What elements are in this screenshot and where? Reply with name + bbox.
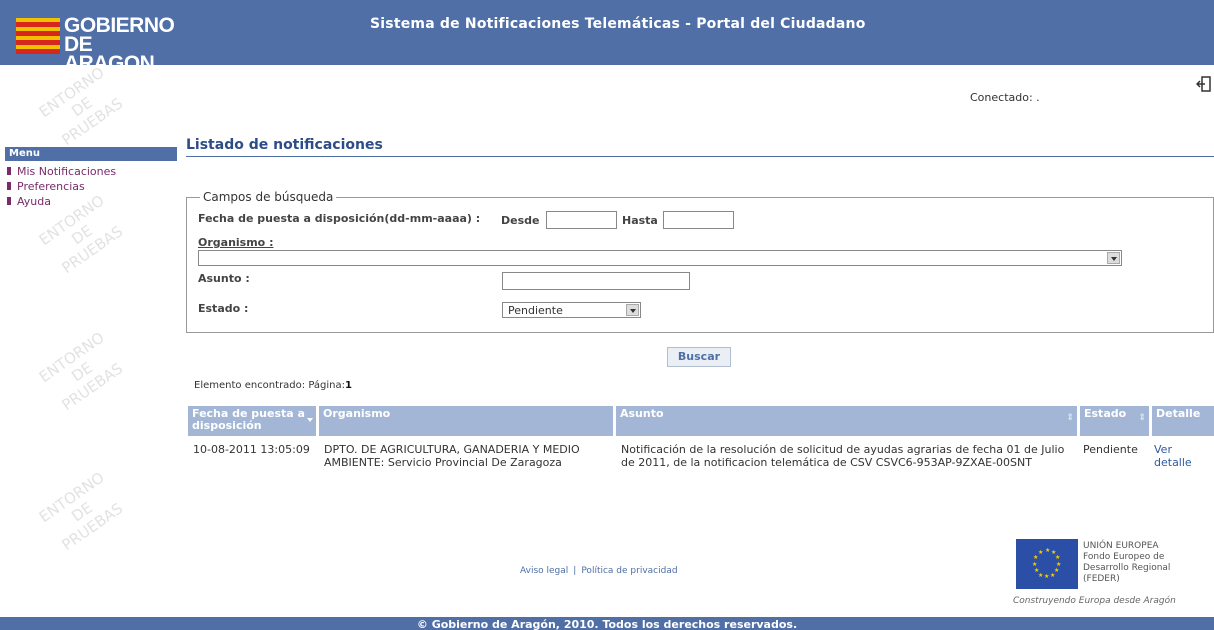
gobierno-aragon-logo[interactable]: GOBIERNO DE ARAGON (10, 14, 175, 74)
menu-heading: Menu (5, 147, 177, 161)
footer-links: Aviso legal | Política de privacidad (520, 566, 678, 576)
search-button[interactable]: Buscar (667, 347, 731, 367)
watermark-line-3: PRUEBAS (58, 499, 127, 555)
svg-text:★: ★ (1050, 572, 1055, 579)
sidebar-menu: Mis Notificaciones Preferencias Ayuda (7, 164, 116, 209)
cell-asunto: Notificación de la resolución de solicit… (621, 443, 1065, 469)
menu-bullet-icon (7, 197, 11, 205)
copyright-bar: © Gobierno de Aragón, 2010. Todos los de… (0, 617, 1214, 630)
logout-icon[interactable] (1195, 76, 1212, 92)
menu-item-mis-notificaciones[interactable]: Mis Notificaciones (7, 164, 116, 179)
sort-desc-icon (307, 418, 313, 422)
date-to-input[interactable] (663, 211, 734, 229)
app-header: GOBIERNO DE ARAGON Sistema de Notificaci… (0, 0, 1214, 74)
menu-item-ayuda[interactable]: Ayuda (7, 194, 116, 209)
watermark-line-2: DE (68, 498, 96, 526)
page-title: Listado de notificaciones (186, 137, 1214, 157)
cell-detalle: Ver detalle (1154, 443, 1210, 469)
menu-item-label[interactable]: Mis Notificaciones (17, 165, 116, 178)
watermark: ENTORNO DE PRUEBAS (17, 455, 146, 568)
svg-text:★: ★ (1038, 549, 1043, 556)
logo-line-2: DE ARAGON (64, 33, 155, 75)
sort-icon: ⇕ (1066, 413, 1074, 423)
watermark: ENTORNO DE PRUEBAS (17, 315, 146, 428)
menu-item-preferencias[interactable]: Preferencias (7, 179, 116, 194)
results-table-header: Fecha de puesta a disposición Organismo … (188, 406, 1214, 436)
column-header-organismo[interactable]: Organismo (319, 406, 613, 436)
eu-tagline: Construyendo Europa desde Aragón (1013, 596, 1176, 606)
cell-estado: Pendiente (1083, 443, 1138, 456)
eu-line-4: (FEDER) (1083, 574, 1120, 584)
eu-line-3: Desarrollo Regional (1083, 563, 1171, 573)
watermark-line-1: ENTORNO (35, 328, 108, 387)
privacy-policy-link[interactable]: Política de privacidad (581, 566, 677, 576)
svg-text:★: ★ (1045, 547, 1050, 554)
svg-text:★: ★ (1044, 573, 1049, 580)
column-header-asunto[interactable]: Asunto ⇕ (616, 406, 1077, 436)
to-label: Hasta (622, 214, 658, 227)
from-label: Desde (501, 214, 540, 227)
menu-item-label[interactable]: Preferencias (17, 180, 85, 193)
eu-line-2: Fondo Europeo de (1083, 552, 1165, 562)
date-label: Fecha de puesta a disposición(dd-mm-aaaa… (198, 212, 481, 225)
watermark-line-3: PRUEBAS (58, 222, 127, 278)
cell-fecha: 10-08-2011 13:05:09 (193, 443, 310, 456)
cell-organismo: DPTO. DE AGRICULTURA, GANADERIA Y MEDIO … (324, 443, 580, 469)
column-header-detalle: Detalle (1152, 406, 1214, 436)
column-header-label: Estado (1084, 407, 1127, 420)
svg-text:★: ★ (1055, 554, 1060, 561)
menu-bullet-icon (7, 182, 11, 190)
aviso-legal-link[interactable]: Aviso legal (520, 566, 568, 576)
results-count: Elemento encontrado: Página:1 (194, 380, 352, 391)
eu-line-1: UNIÓN EUROPEA (1083, 541, 1159, 551)
eu-flag-icon: ★ ★ ★ ★ ★ ★ ★ ★ ★ ★ ★ ★ (1016, 539, 1078, 589)
column-header-estado[interactable]: Estado ⇕ (1080, 406, 1149, 436)
organismo-select[interactable] (198, 250, 1122, 266)
svg-text:★: ★ (1034, 567, 1039, 574)
estado-value: Pendiente (508, 304, 563, 317)
estado-label: Estado : (198, 302, 249, 315)
found-label: Elemento encontrado: Página: (194, 380, 345, 391)
eu-text: UNIÓN EUROPEA Fondo Europeo de Desarroll… (1083, 541, 1170, 585)
footer-separator: | (573, 566, 577, 576)
menu-bullet-icon (7, 167, 11, 175)
date-from-input[interactable] (546, 211, 617, 229)
watermark-line-2: DE (68, 358, 96, 386)
logo-text: GOBIERNO DE ARAGON (64, 15, 175, 75)
ver-detalle-link[interactable]: Ver detalle (1154, 443, 1192, 469)
estado-select[interactable]: Pendiente (502, 302, 641, 318)
chevron-down-icon[interactable] (626, 304, 639, 316)
column-header-label: Asunto (620, 407, 664, 420)
menu-item-label[interactable]: Ayuda (17, 195, 51, 208)
search-legend: Campos de búsqueda (200, 190, 337, 204)
asunto-input[interactable] (502, 272, 690, 290)
watermark-line-1: ENTORNO (35, 468, 108, 527)
aragon-flag-icon (16, 18, 60, 54)
column-header-label: Fecha de puesta a disposición (192, 407, 305, 432)
organismo-label: Organismo : (198, 236, 274, 249)
column-header-label: Detalle (1156, 407, 1201, 420)
app-title: Sistema de Notificaciones Telemáticas - … (370, 16, 866, 32)
chevron-down-icon[interactable] (1107, 252, 1120, 264)
asunto-label: Asunto : (198, 272, 250, 285)
watermark-line-2: DE (68, 93, 96, 121)
column-header-label: Organismo (323, 407, 391, 420)
svg-text:★: ★ (1032, 561, 1037, 568)
current-page: 1 (345, 380, 352, 391)
column-header-fecha[interactable]: Fecha de puesta a disposición (188, 406, 316, 436)
watermark-line-3: PRUEBAS (58, 359, 127, 415)
sort-icon: ⇕ (1138, 413, 1146, 423)
connected-status: Conectado: . (970, 91, 1040, 104)
